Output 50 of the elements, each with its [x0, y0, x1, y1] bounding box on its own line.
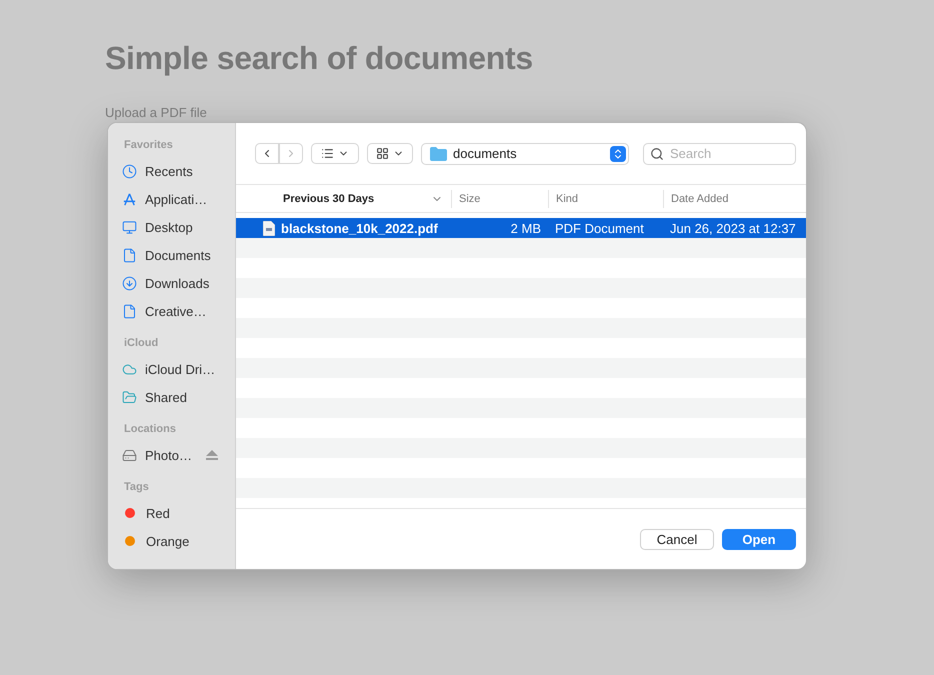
location-dropdown[interactable]: documents: [421, 142, 629, 164]
cancel-button[interactable]: Cancel: [640, 528, 714, 550]
sidebar-item[interactable]: Photo…: [145, 448, 192, 462]
forward-button[interactable]: [279, 143, 303, 164]
desktop-icon: [122, 220, 137, 234]
column-header[interactable]: Size: [451, 190, 548, 208]
sidebar-heading: Favorites: [124, 139, 174, 151]
cloud-icon: [122, 362, 137, 376]
sidebar-item[interactable]: Desktop: [145, 220, 193, 234]
back-button[interactable]: [255, 143, 279, 164]
column-header[interactable]: Date Added: [663, 190, 806, 208]
sidebar-item[interactable]: Orange: [146, 534, 190, 548]
sidebar-item[interactable]: iCloud Dri…: [145, 362, 216, 376]
sidebar-item[interactable]: Downloads: [145, 276, 210, 290]
search-icon: [650, 146, 664, 160]
column-header[interactable]: Kind: [548, 190, 663, 208]
page-title: Simple search of documents: [105, 40, 534, 77]
eject-icon[interactable]: [206, 450, 218, 460]
upload-label: Upload a PDF file: [105, 105, 208, 120]
sidebar-heading: iCloud: [124, 337, 160, 349]
grid-icon: [376, 147, 389, 160]
list-icon: [321, 147, 334, 160]
folder-icon: [122, 390, 137, 404]
sidebar-item[interactable]: Recents: [145, 164, 193, 178]
search-field[interactable]: Search: [643, 142, 796, 164]
clock-icon: [122, 164, 137, 178]
drive-icon: [122, 448, 137, 462]
list-view-button[interactable]: [311, 143, 359, 164]
sidebar-item[interactable]: Applicati…: [145, 192, 208, 206]
folder-icon: [430, 146, 447, 160]
grid-view-button[interactable]: [367, 143, 413, 164]
download-icon: [122, 276, 137, 290]
sidebar-item[interactable]: Shared: [145, 390, 187, 404]
sidebar-item[interactable]: Creative…: [145, 304, 206, 318]
file-name: blackstone_10k_2022.pdf: [281, 220, 438, 236]
sidebar-heading: Tags: [124, 481, 150, 493]
column-header[interactable]: Previous 30 Days: [236, 190, 451, 208]
sidebar-item[interactable]: Red: [146, 506, 170, 520]
applications-icon: [122, 192, 137, 206]
file-row[interactable]: blackstone_10k_2022.pdf 2 MB PDF Document Jun 26, 2023 at 12:37: [236, 218, 806, 238]
file-kind: PDF Document: [554, 220, 645, 236]
document-icon: [122, 248, 137, 262]
open-button[interactable]: Open: [722, 528, 796, 550]
sidebar-heading: Locations: [124, 423, 177, 435]
stepper-icon: [610, 146, 626, 162]
file-icon: [122, 304, 137, 318]
pdf-file-icon: [263, 220, 275, 236]
file-date: Jun 26, 2023 at 12:37: [669, 220, 797, 236]
sidebar-item[interactable]: Documents: [145, 248, 211, 262]
file-size: 2 MB: [510, 220, 542, 236]
